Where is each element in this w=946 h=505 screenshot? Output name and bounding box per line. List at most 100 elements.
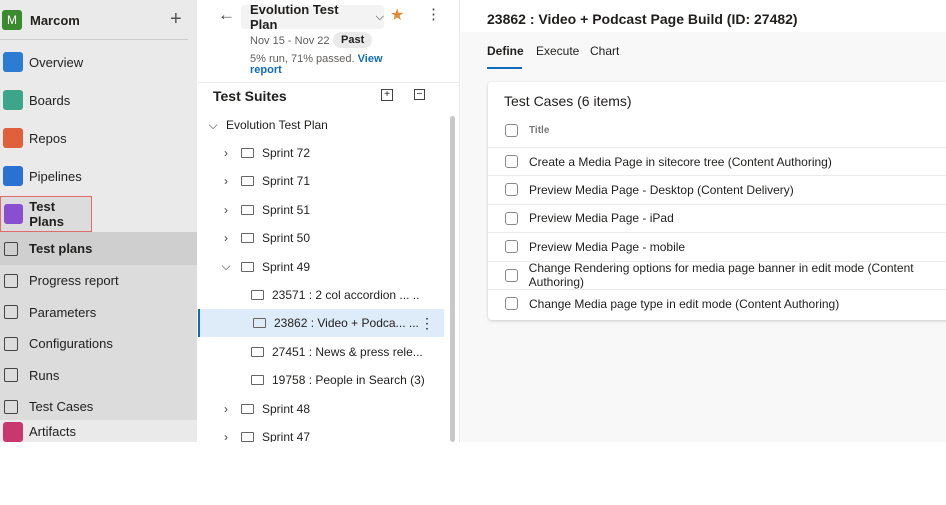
subnav-label: Test Cases bbox=[29, 399, 94, 414]
test-case-row[interactable]: Change Rendering options for media page … bbox=[488, 260, 946, 289]
row-checkbox[interactable] bbox=[505, 240, 518, 254]
subnav-label: Parameters bbox=[29, 304, 97, 320]
nav-label: Overview bbox=[29, 54, 84, 70]
subnav-item-test-cases[interactable]: Test Cases bbox=[0, 391, 197, 422]
nav-item-artifacts[interactable]: Artifacts bbox=[0, 422, 197, 442]
test-case-row[interactable]: Change Media page type in edit mode (Con… bbox=[488, 289, 946, 317]
tree-label: Sprint 72 bbox=[262, 146, 311, 160]
collapse-all-icon[interactable]: − bbox=[414, 89, 425, 100]
subnav-item-configurations[interactable]: Configurations bbox=[0, 328, 197, 359]
tree-label: 23571 : 2 col accordion ... .. bbox=[272, 288, 420, 302]
active-tab-indicator bbox=[487, 67, 522, 69]
tree-root[interactable]: ⌵ Evolution Test Plan bbox=[198, 111, 444, 139]
test-plans-subnav: Test plans Progress report Parameters Confi… bbox=[0, 232, 197, 420]
suite-title: 23862 : Video + Podcast Page Build (ID: … bbox=[487, 11, 798, 27]
tree-label: Evolution Test Plan bbox=[226, 118, 328, 132]
plan-selector[interactable]: Evolution Test Plan ⌵ bbox=[241, 2, 384, 32]
tree-item[interactable]: › Sprint 48 bbox=[198, 395, 444, 423]
chevron-right-icon[interactable]: › bbox=[219, 146, 233, 160]
nav-label: Artifacts bbox=[29, 424, 76, 439]
select-all-checkbox[interactable] bbox=[505, 124, 518, 137]
test-case-title[interactable]: Change Rendering options for media page … bbox=[529, 261, 946, 289]
subnav-item-progress-report[interactable]: Progress report bbox=[0, 265, 197, 296]
tab-execute[interactable]: Execute bbox=[536, 44, 579, 58]
subnav-label: Configurations bbox=[29, 336, 113, 351]
tab-define[interactable]: Define bbox=[487, 44, 524, 58]
subnav-label: Progress report bbox=[29, 273, 119, 288]
nav-label: Repos bbox=[29, 130, 67, 146]
row-checkbox[interactable] bbox=[505, 268, 518, 282]
test-case-title[interactable]: Preview Media Page - mobile bbox=[529, 240, 685, 254]
test-case-title[interactable]: Change Media page type in edit mode (Con… bbox=[529, 297, 839, 311]
test-case-row[interactable]: Preview Media Page - iPad bbox=[488, 203, 946, 232]
row-checkbox[interactable] bbox=[505, 155, 518, 168]
tree-label: Sprint 71 bbox=[262, 174, 311, 189]
folder-icon bbox=[241, 233, 254, 244]
folder-icon bbox=[241, 432, 254, 442]
subnav-item-test-plans[interactable]: Test plans bbox=[0, 232, 197, 265]
nav-item-test-plans[interactable]: Test Plans bbox=[0, 196, 92, 232]
chevron-right-icon[interactable]: › bbox=[219, 231, 233, 245]
tree-item[interactable]: › Sprint 47 bbox=[198, 423, 444, 442]
nav-item-repos[interactable]: Repos bbox=[0, 120, 197, 156]
overview-icon bbox=[3, 52, 23, 72]
tree-item[interactable]: › Sprint 51 bbox=[198, 196, 444, 224]
folder-icon bbox=[241, 204, 254, 215]
requirement-suite-icon bbox=[251, 290, 264, 300]
plan-dates: Nov 15 - Nov 22 bbox=[250, 35, 330, 47]
nav-item-overview[interactable]: Overview bbox=[0, 44, 197, 80]
tree-item[interactable]: 23571 : 2 col accordion ... .. bbox=[198, 281, 444, 309]
chevron-down-icon: ⌵ bbox=[375, 10, 384, 23]
more-options-icon[interactable]: ⋮ bbox=[420, 315, 434, 332]
status-badge: Past bbox=[333, 32, 373, 48]
chevron-right-icon[interactable]: › bbox=[219, 174, 233, 188]
nav-item-boards[interactable]: Boards bbox=[0, 82, 197, 118]
test-case-title[interactable]: Create a Media Page in sitecore tree (Co… bbox=[529, 155, 832, 169]
tree-label: 19758 : People in Search (3) bbox=[272, 373, 425, 388]
test-case-title[interactable]: Preview Media Page - Desktop (Content De… bbox=[529, 183, 794, 197]
tree-item[interactable]: › Sprint 71 bbox=[198, 167, 444, 195]
test-case-row[interactable]: Preview Media Page - Desktop (Content De… bbox=[488, 175, 946, 203]
sidebar: M Marcom + Overview Boards Repos Pipelines T… bbox=[0, 0, 197, 442]
org-name[interactable]: Marcom bbox=[30, 13, 80, 28]
tree-label: Sprint 50 bbox=[262, 231, 311, 246]
tree-item[interactable]: ⌵ Sprint 49 bbox=[198, 253, 444, 281]
tree-item[interactable]: › Sprint 72 bbox=[198, 139, 444, 167]
chevron-down-icon[interactable]: ⌵ bbox=[219, 259, 233, 274]
tree-item[interactable]: 19758 : People in Search (3) bbox=[198, 366, 444, 394]
tree-item[interactable]: 27451 : News & press rele... bbox=[198, 338, 444, 366]
row-checkbox[interactable] bbox=[505, 183, 518, 197]
plus-icon[interactable]: + bbox=[170, 8, 182, 31]
requirement-suite-icon bbox=[251, 346, 264, 357]
subnav-item-parameters[interactable]: Parameters bbox=[0, 297, 197, 328]
suites-title: Test Suites bbox=[213, 88, 287, 104]
star-icon[interactable]: ★ bbox=[390, 5, 404, 25]
column-title[interactable]: Title bbox=[529, 125, 549, 136]
test-cases-card: Test Cases (6 items) Title Create a Medi… bbox=[488, 82, 946, 320]
tree-item[interactable]: 23862 : Video + Podca... ... ⋮ bbox=[198, 309, 444, 338]
nav-item-pipelines[interactable]: Pipelines bbox=[0, 158, 197, 194]
progress-report-icon bbox=[4, 273, 18, 288]
runs-icon bbox=[4, 368, 18, 382]
tree-label: Sprint 47 bbox=[262, 430, 311, 442]
more-options-icon[interactable]: ⋮ bbox=[426, 7, 441, 22]
row-checkbox[interactable] bbox=[505, 297, 518, 310]
scrollbar[interactable] bbox=[450, 116, 455, 442]
artifacts-icon bbox=[3, 422, 23, 442]
test-case-title[interactable]: Preview Media Page - iPad bbox=[529, 211, 674, 225]
expand-all-icon[interactable]: + bbox=[381, 89, 393, 101]
back-arrow-icon[interactable]: ← bbox=[218, 5, 235, 25]
chevron-down-icon: ⌵ bbox=[208, 117, 218, 132]
divider bbox=[0, 39, 188, 40]
tab-chart[interactable]: Chart bbox=[590, 44, 619, 58]
tree-label: 23862 : Video + Podca... ... bbox=[274, 316, 419, 331]
chevron-right-icon[interactable]: › bbox=[219, 203, 233, 217]
folder-icon bbox=[241, 403, 254, 414]
row-checkbox[interactable] bbox=[505, 211, 518, 225]
chevron-right-icon[interactable]: › bbox=[219, 402, 233, 416]
chevron-right-icon[interactable]: › bbox=[219, 430, 233, 442]
tree-item[interactable]: › Sprint 50 bbox=[198, 224, 444, 252]
subnav-item-runs[interactable]: Runs bbox=[0, 360, 197, 391]
test-case-row[interactable]: Create a Media Page in sitecore tree (Co… bbox=[488, 147, 946, 175]
test-case-row[interactable]: Preview Media Page - mobile bbox=[488, 232, 946, 260]
